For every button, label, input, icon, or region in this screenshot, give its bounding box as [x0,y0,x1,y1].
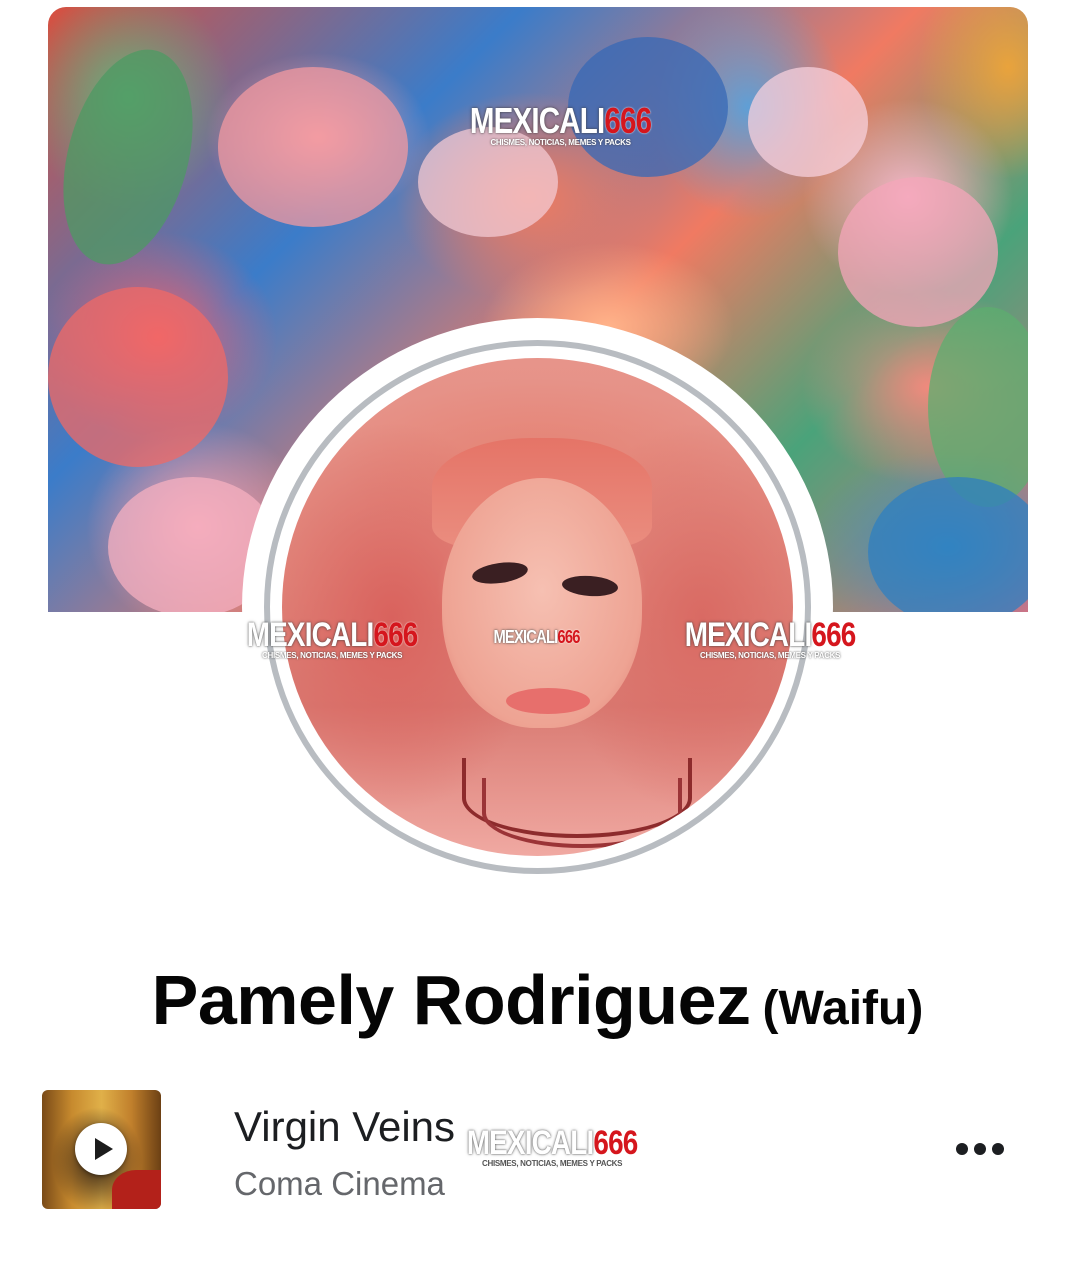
play-icon[interactable] [75,1123,127,1175]
cover-flower [838,177,998,327]
cover-butterfly [748,67,868,177]
profile-alternate-name: (Waifu) [762,982,924,1035]
watermark: MEXICALI666 CHISMES, NOTICIAS, MEMES Y P… [469,100,652,147]
album-art-detail [112,1170,161,1209]
song-title[interactable]: Virgin Veins [234,1103,455,1151]
more-options-icon[interactable] [952,1133,1008,1165]
watermark: MEXICALI666 [493,627,580,647]
profile-name-row: Pamely Rodriguez (Waifu) [0,960,1075,1040]
watermark: MEXICALI666 CHISMES, NOTICIAS, MEMES Y P… [684,616,857,660]
cover-water [868,477,1028,612]
profile-name: Pamely Rodriguez [151,961,751,1039]
watermark: MEXICALI666 CHISMES, NOTICIAS, MEMES Y P… [466,1124,639,1168]
cover-flower [218,67,408,227]
cover-flower [48,287,228,467]
song-artist[interactable]: Coma Cinema [234,1165,445,1203]
avatar-necklace [482,778,682,848]
profile-picture[interactable] [282,358,793,856]
watermark: MEXICALI666 CHISMES, NOTICIAS, MEMES Y P… [246,616,419,660]
avatar-lips [506,688,590,714]
album-art[interactable] [42,1090,161,1209]
cover-foliage [48,35,215,279]
